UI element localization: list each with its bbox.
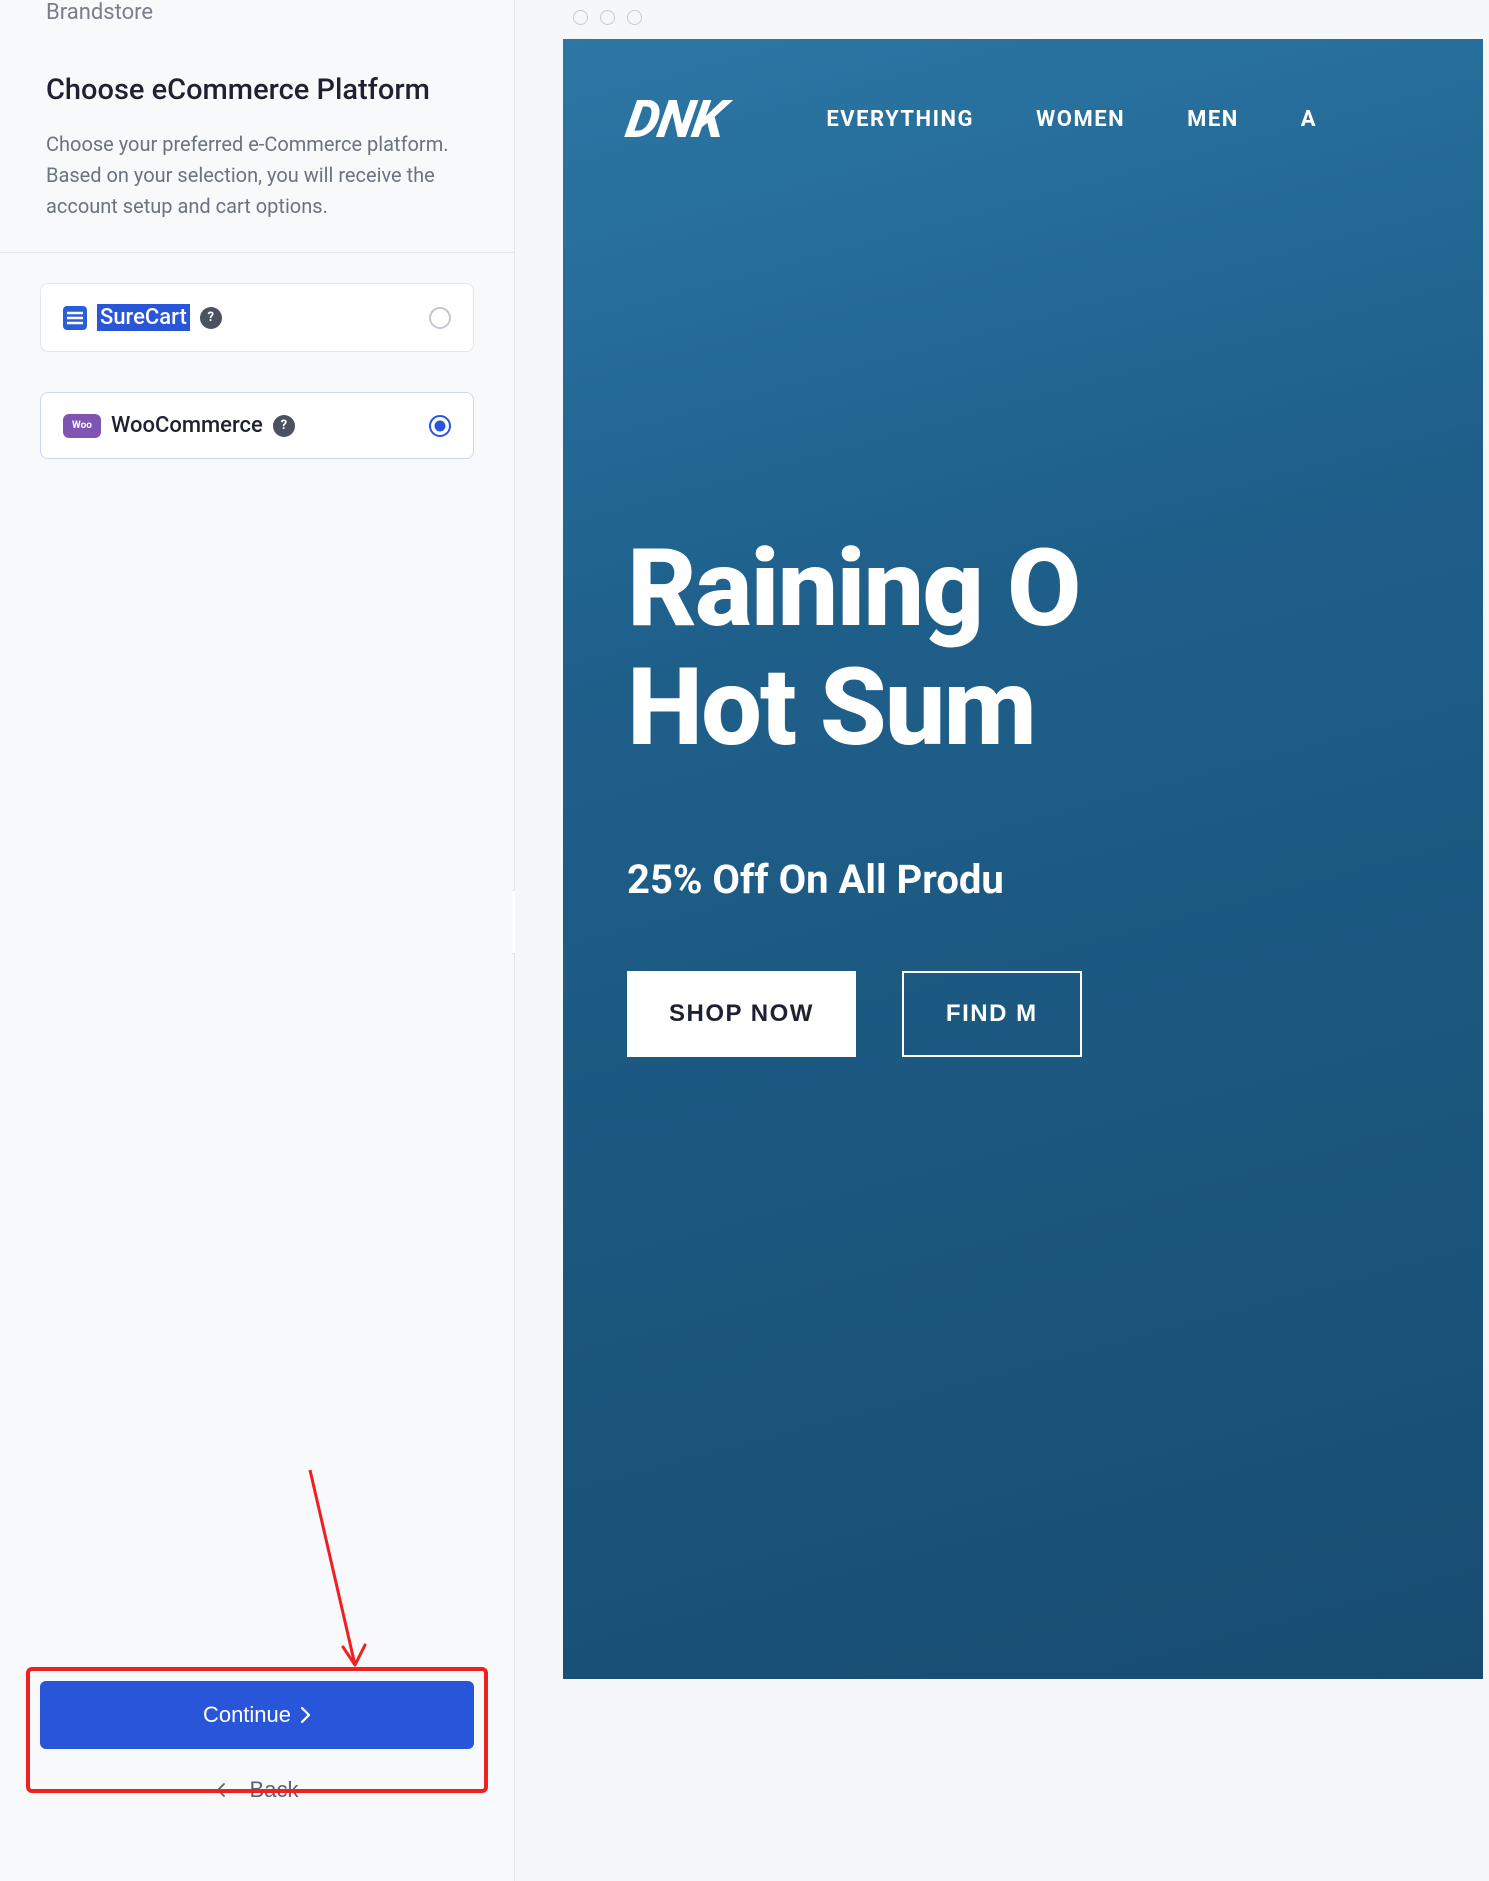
site-logo[interactable]: DNK — [622, 89, 730, 150]
traffic-dot — [573, 10, 588, 25]
find-more-button[interactable]: FIND M — [902, 971, 1082, 1057]
hero-heading-line1: Raining O — [627, 530, 1483, 649]
surecart-logo-icon — [63, 306, 87, 330]
hero-heading-line2: Hot Sum — [627, 649, 1483, 768]
shop-now-button[interactable]: SHOP NOW — [627, 971, 856, 1057]
preview-pane: DNK EVERYTHING WOMEN MEN A Raining O Hot… — [515, 0, 1489, 1881]
woocommerce-logo-icon: Woo — [63, 414, 101, 438]
back-button[interactable]: Back — [40, 1759, 474, 1821]
help-icon[interactable]: ? — [273, 415, 295, 437]
nav-men[interactable]: MEN — [1187, 107, 1239, 132]
nav-women[interactable]: WOMEN — [1036, 107, 1125, 132]
help-icon[interactable]: ? — [200, 307, 222, 329]
hero-subheading: 25% Off On All Produ — [627, 856, 1483, 903]
nav-accessories[interactable]: A — [1301, 107, 1317, 132]
nav-everything[interactable]: EVERYTHING — [826, 107, 974, 132]
back-label: Back — [250, 1777, 299, 1803]
traffic-dot — [600, 10, 615, 25]
window-traffic-lights — [563, 0, 1489, 39]
radio-woocommerce[interactable] — [429, 415, 451, 437]
brand-label: Brandstore — [46, 0, 468, 25]
hero-section: Raining O Hot Sum 25% Off On All Produ S… — [563, 150, 1483, 1057]
radio-surecart[interactable] — [429, 307, 451, 329]
chevron-right-icon — [301, 1707, 311, 1723]
platform-options: SureCart ? Woo WooCommerce ? — [0, 253, 514, 1657]
continue-label: Continue — [203, 1702, 291, 1728]
site-nav: DNK EVERYTHING WOMEN MEN A — [563, 39, 1483, 150]
option-label: SureCart — [97, 304, 190, 331]
sidebar-description: Choose your preferred e-Commerce platfor… — [46, 129, 468, 222]
option-label: WooCommerce — [111, 413, 263, 438]
traffic-dot — [627, 10, 642, 25]
setup-sidebar: Brandstore Choose eCommerce Platform Cho… — [0, 0, 515, 1881]
option-surecart[interactable]: SureCart ? — [40, 283, 474, 352]
arrow-left-icon — [216, 1783, 238, 1797]
sidebar-title: Choose eCommerce Platform — [46, 73, 468, 107]
site-preview: DNK EVERYTHING WOMEN MEN A Raining O Hot… — [563, 39, 1483, 1679]
continue-button[interactable]: Continue — [40, 1681, 474, 1749]
option-woocommerce[interactable]: Woo WooCommerce ? — [40, 392, 474, 459]
